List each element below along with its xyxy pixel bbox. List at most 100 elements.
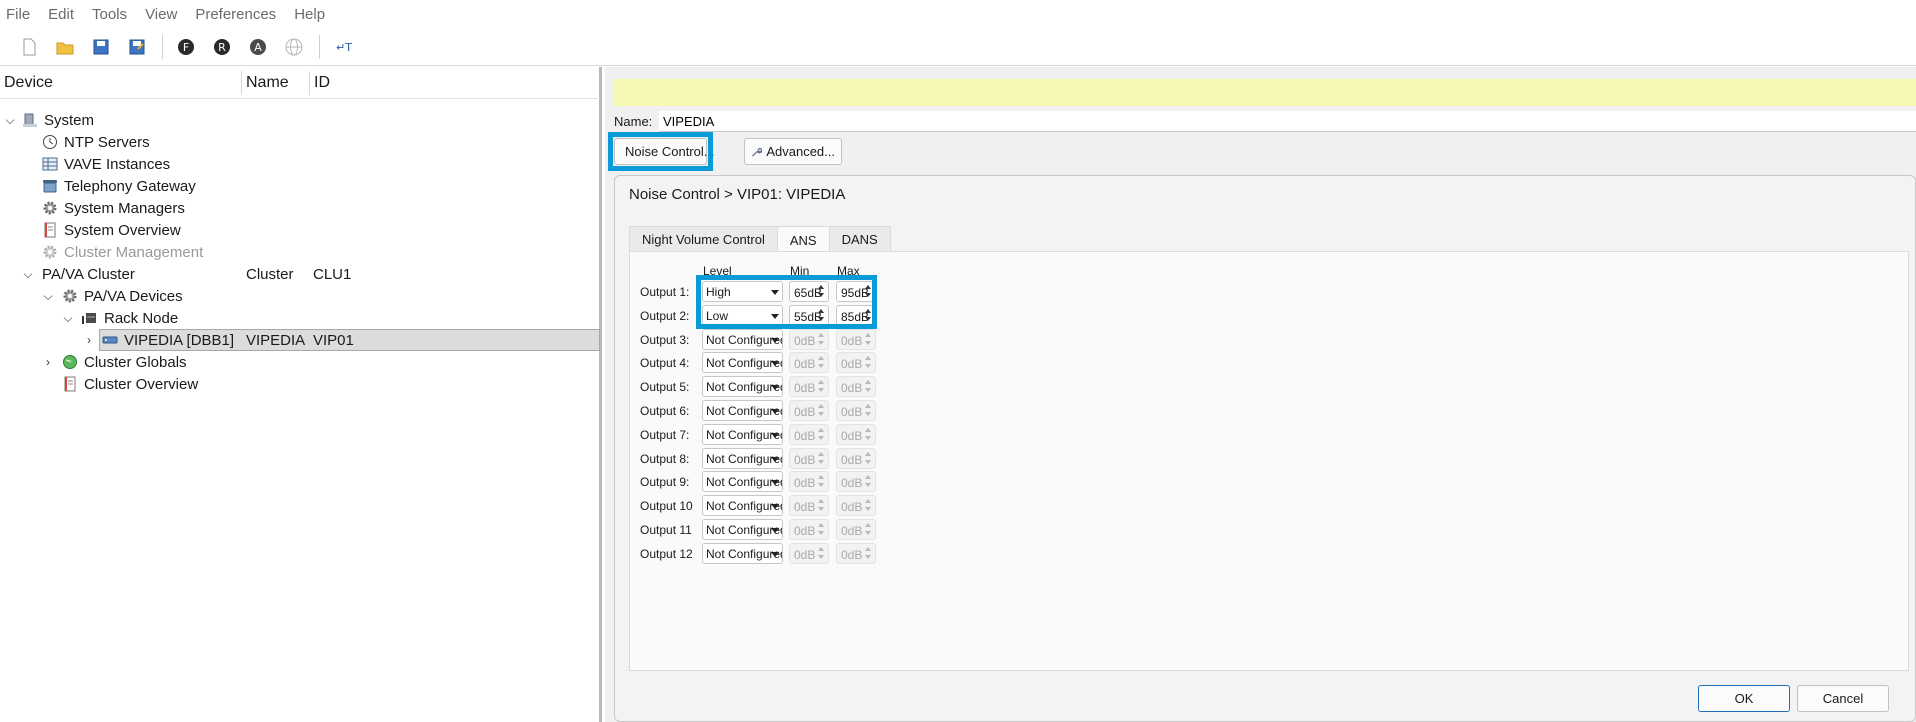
level-select[interactable]: Not Configured [702, 400, 783, 421]
min-spinbox[interactable]: 0dB [789, 542, 829, 564]
min-spinbox[interactable]: 0dB [789, 495, 829, 517]
min-spinbox[interactable]: 0dB [789, 376, 829, 398]
tree-row-cluster-globals[interactable]: › Cluster Globals [0, 351, 600, 373]
name-input[interactable] [659, 111, 1916, 132]
menu-file[interactable]: File [6, 6, 30, 23]
column-device[interactable]: Device [4, 74, 53, 92]
max-spinbox[interactable]: 0dB [836, 400, 876, 421]
max-spinbox[interactable]: 0dB [836, 423, 876, 445]
column-id[interactable]: ID [314, 74, 330, 92]
chevron-right-icon[interactable]: › [41, 355, 55, 369]
menu-tools[interactable]: Tools [92, 6, 127, 23]
chevron-down-icon[interactable]: ⌵ [21, 267, 35, 281]
advanced-button[interactable]: Advanced... [744, 138, 842, 165]
max-spinbox[interactable]: 0dB [836, 542, 876, 564]
spin-arrows-icon[interactable] [865, 332, 872, 347]
spin-arrows-icon[interactable] [818, 332, 825, 347]
text-insert-icon[interactable]: ↵T [330, 34, 356, 60]
f-circle-icon[interactable]: F [173, 34, 199, 60]
tree-row-telephony-gateway[interactable]: Telephony Gateway [0, 175, 600, 197]
output-label: Output 5: [640, 380, 690, 395]
tree-row-cluster-overview[interactable]: Cluster Overview [0, 373, 600, 395]
min-spinbox[interactable]: 0dB [789, 400, 829, 421]
tree-row-rack-node[interactable]: ⌵ Rack Node [0, 307, 600, 329]
spin-arrows-icon[interactable] [818, 523, 825, 537]
level-select[interactable]: Not Configured [702, 376, 783, 398]
chevron-down-icon[interactable]: ⌵ [61, 311, 75, 325]
min-spinbox[interactable]: 0dB [789, 519, 829, 540]
tree-row-system[interactable]: ⌵ System [0, 109, 600, 131]
max-spinbox[interactable]: 0dB [836, 471, 876, 493]
level-select[interactable]: Not Configured [702, 471, 783, 493]
tab-ans[interactable]: ANS [776, 226, 830, 253]
globe-icon[interactable] [281, 34, 307, 60]
tree-row-pava-cluster[interactable]: ⌵ PA/VA Cluster Cluster CLU1 [0, 263, 600, 285]
spin-arrows-icon[interactable] [865, 499, 872, 513]
column-divider[interactable] [241, 71, 242, 95]
spin-arrows-icon[interactable] [865, 451, 872, 466]
level-select[interactable]: Not Configured [702, 519, 783, 540]
column-name[interactable]: Name [246, 74, 289, 92]
spin-arrows-icon[interactable] [818, 499, 825, 513]
menu-help[interactable]: Help [294, 6, 325, 23]
tree-row-vipedia[interactable]: › VIPEDIA [DBB1] VIPEDIA VIP01 [87, 329, 600, 351]
spin-arrows-icon[interactable] [818, 451, 825, 466]
spin-arrows-icon[interactable] [865, 523, 872, 537]
tree-row-pava-devices[interactable]: ⌵ PA/VA Devices [0, 285, 600, 307]
a-circle-icon[interactable]: A [245, 34, 271, 60]
min-spinbox[interactable]: 0dB [789, 423, 829, 445]
min-value: 0dB [794, 405, 816, 419]
chevron-right-icon[interactable]: › [82, 333, 96, 347]
max-spinbox[interactable]: 0dB [836, 495, 876, 517]
tree-row-system-overview[interactable]: System Overview [0, 219, 600, 241]
spin-arrows-icon[interactable] [818, 380, 825, 394]
tab-night-volume-control[interactable]: Night Volume Control [629, 226, 778, 252]
r-circle-icon[interactable]: R [209, 34, 235, 60]
spin-arrows-icon[interactable] [818, 546, 825, 561]
chevron-down-icon[interactable]: ⌵ [41, 289, 55, 303]
max-spinbox[interactable]: 0dB [836, 328, 876, 350]
spin-arrows-icon[interactable] [865, 475, 872, 489]
spin-arrows-icon[interactable] [865, 427, 872, 442]
tree-row-cluster-management[interactable]: Cluster Management [0, 241, 600, 263]
spin-arrows-icon[interactable] [818, 404, 825, 418]
column-divider[interactable] [309, 71, 310, 95]
ok-button[interactable]: OK [1698, 685, 1790, 712]
level-select[interactable]: Not Configured [702, 328, 783, 350]
gear-icon [43, 245, 57, 259]
min-spinbox[interactable]: 0dB [789, 328, 829, 350]
max-spinbox[interactable]: 0dB [836, 352, 876, 374]
max-spinbox[interactable]: 0dB [836, 376, 876, 398]
spin-arrows-icon[interactable] [818, 356, 825, 370]
spin-arrows-icon[interactable] [865, 356, 872, 370]
spin-arrows-icon[interactable] [818, 427, 825, 442]
spin-arrows-icon[interactable] [865, 380, 872, 394]
level-select[interactable]: Not Configured [702, 352, 783, 374]
menu-edit[interactable]: Edit [48, 6, 74, 23]
max-spinbox[interactable]: 0dB [836, 519, 876, 540]
spin-arrows-icon[interactable] [865, 404, 872, 418]
spin-arrows-icon[interactable] [818, 475, 825, 489]
chevron-down-icon[interactable]: ⌵ [3, 113, 17, 127]
level-select[interactable]: Not Configured [702, 495, 783, 517]
min-spinbox[interactable]: 0dB [789, 352, 829, 374]
save-as-icon[interactable] [124, 34, 150, 60]
level-select[interactable]: Not Configured [702, 542, 783, 564]
menu-view[interactable]: View [145, 6, 177, 23]
level-select[interactable]: Not Configured [702, 423, 783, 445]
level-select[interactable]: Not Configured [702, 447, 783, 469]
output-label: Output 6: [640, 404, 690, 418]
spin-arrows-icon[interactable] [865, 546, 872, 561]
cancel-button[interactable]: Cancel [1797, 685, 1889, 712]
open-folder-icon[interactable] [52, 34, 78, 60]
new-file-icon[interactable] [16, 34, 42, 60]
tree-row-ntp-servers[interactable]: NTP Servers [0, 131, 600, 153]
min-spinbox[interactable]: 0dB [789, 471, 829, 493]
menu-preferences[interactable]: Preferences [195, 6, 276, 23]
max-spinbox[interactable]: 0dB [836, 447, 876, 469]
tree-row-system-managers[interactable]: System Managers [0, 197, 600, 219]
tab-dans[interactable]: DANS [828, 226, 891, 252]
tree-row-vave-instances[interactable]: VAVE Instances [0, 153, 600, 175]
min-spinbox[interactable]: 0dB [789, 447, 829, 469]
save-icon[interactable] [88, 34, 114, 60]
